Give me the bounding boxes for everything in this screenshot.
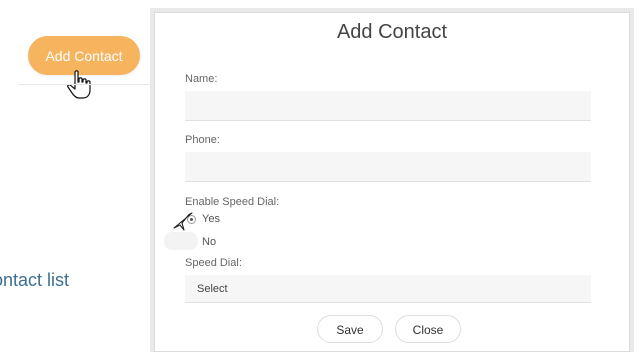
name-label: Name:	[185, 73, 218, 85]
mouse-cursor-icon	[173, 212, 193, 231]
dialog-title: Add Contact	[336, 21, 448, 43]
speed-dial-select-value: Select	[197, 283, 228, 295]
contact-list-text: Contact list	[0, 270, 70, 290]
enable-speed-dial-label: Enable Speed Dial:	[185, 196, 280, 208]
radio-hover-highlight	[164, 232, 198, 250]
close-button[interactable]: Close	[395, 315, 461, 343]
speed-dial-label: Speed Dial:	[185, 257, 242, 269]
phone-field[interactable]	[185, 152, 591, 182]
left-pane: Add Contact Contact list	[0, 0, 150, 352]
radio-yes-label: Yes	[202, 213, 220, 225]
left-divider	[18, 84, 150, 85]
add-contact-dialog: Add Contact Name: Phone: Enable Speed Di…	[154, 12, 630, 352]
radio-no-label: No	[202, 236, 217, 248]
contact-list-link[interactable]: Contact list	[0, 270, 150, 291]
speed-dial-select[interactable]: Select	[185, 275, 591, 303]
name-field[interactable]	[185, 91, 591, 121]
phone-label: Phone:	[185, 134, 220, 146]
save-button[interactable]: Save	[317, 315, 383, 343]
pointer-hand-icon	[67, 70, 91, 99]
